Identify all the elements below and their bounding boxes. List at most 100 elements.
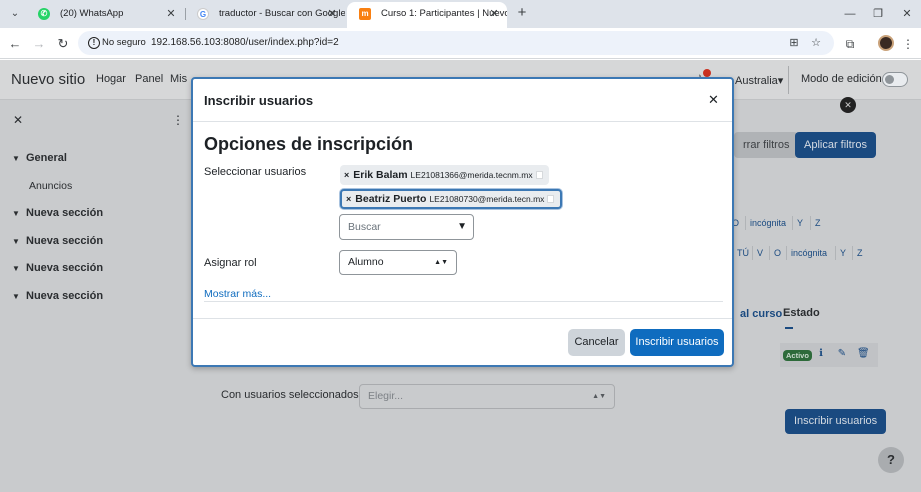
chevron-down-icon: ▼ xyxy=(12,209,20,218)
drawer-section-3[interactable]: ▼ Nueva sección xyxy=(12,262,103,274)
moodle-icon: m xyxy=(359,8,371,20)
drawer-section-2[interactable]: ▼ Nueva sección xyxy=(12,235,103,247)
enrol-users-submit-button[interactable]: Inscribir usuarios xyxy=(630,329,724,356)
select-arrows-icon: ▲▼ xyxy=(592,393,606,400)
selected-user-chip[interactable]: × Beatriz Puerto LE21080730@merida.tecn.mx xyxy=(340,189,563,209)
nav-link-dashboard[interactable]: Panel xyxy=(135,73,163,85)
lastname-letter-filter[interactable]: O xyxy=(769,246,785,260)
warning-icon: ! xyxy=(88,37,100,49)
lastname-letter-filter[interactable]: TÚ xyxy=(733,246,753,260)
drawer-section-4[interactable]: ▼ Nueva sección xyxy=(12,290,103,302)
info-icon[interactable]: ℹ xyxy=(815,348,827,360)
show-more-link[interactable]: Mostrar más... xyxy=(204,288,271,300)
cancel-button[interactable]: Cancelar xyxy=(568,329,625,356)
browser-tab-google[interactable]: G traductor - Buscar con Google ✕ xyxy=(185,3,345,25)
close-tab-icon[interactable]: ✕ xyxy=(164,3,178,25)
forward-arrow-icon[interactable]: → xyxy=(31,36,47,52)
reload-icon[interactable]: ↻ xyxy=(55,36,71,52)
section-title: Opciones de inscripción xyxy=(204,134,414,154)
lastname-letter-filter[interactable]: Z xyxy=(852,246,867,260)
bulk-placeholder: Elegir... xyxy=(368,390,404,402)
new-tab-icon[interactable]: + xyxy=(514,5,530,21)
initial-letter-filter[interactable]: Z xyxy=(810,216,825,230)
filter-close-icon[interactable]: ✕ xyxy=(840,97,856,113)
close-drawer-icon[interactable]: ✕ xyxy=(13,113,23,127)
nav-link-my-courses[interactable]: Mis xyxy=(170,73,187,85)
course-index-drawer: ✕ ⋮ ▼ General Anuncios ▼ Nueva sección ▼ Nu… xyxy=(0,101,192,492)
user-name: Erik Balam xyxy=(353,169,408,181)
remove-user-icon[interactable]: × xyxy=(344,170,349,180)
assign-role-label: Asignar rol xyxy=(204,257,257,269)
edit-mode-toggle[interactable] xyxy=(882,72,908,87)
nav-link-home[interactable]: Hogar xyxy=(96,73,126,85)
browser-toolbar: ← → ↻ ! No seguro 192.168.56.103:8080/us… xyxy=(0,28,921,59)
dropdown-triangle-icon[interactable]: ▼ xyxy=(457,215,467,239)
minimize-icon[interactable]: — xyxy=(842,6,858,22)
more-menu-icon[interactable]: ⋮ xyxy=(899,35,917,53)
drawer-section-general[interactable]: ▼ General xyxy=(12,152,67,164)
footer-divider xyxy=(193,318,732,319)
window-close-icon[interactable]: ✕ xyxy=(899,6,915,22)
close-tab-icon[interactable]: ✕ xyxy=(325,3,339,25)
tab-search-chevron-icon[interactable]: ⌄ xyxy=(7,6,23,22)
security-label: No seguro xyxy=(102,37,146,48)
user-email: LE21081366@merida.tecnm.mx xyxy=(410,170,533,180)
status-badge: Activo xyxy=(783,350,812,361)
help-icon[interactable]: ? xyxy=(878,447,904,473)
apply-filters-button[interactable]: Aplicar filtros xyxy=(795,132,876,158)
select-arrows-icon: ▲▼ xyxy=(434,259,448,266)
sort-indicator xyxy=(785,327,793,329)
user-email: LE21080730@merida.tecn.mx xyxy=(429,194,545,204)
browser-tab-whatsapp[interactable]: ✆ (20) WhatsApp ✕ xyxy=(26,3,184,25)
security-chip[interactable]: ! No seguro xyxy=(84,34,152,52)
section-label: Nueva sección xyxy=(26,207,104,219)
role-select[interactable]: Alumno ▲▼ xyxy=(339,250,457,275)
modal-header: Inscribir usuarios ✕ xyxy=(193,79,732,122)
back-arrow-icon[interactable]: ← xyxy=(7,36,23,52)
column-header-course-access[interactable]: al curso xyxy=(740,308,782,320)
drawer-section-1[interactable]: ▼ Nueva sección xyxy=(12,207,103,219)
trash-icon[interactable]: 🗑 xyxy=(857,348,870,360)
lastname-letter-filter[interactable]: Y xyxy=(835,246,850,260)
address-bar[interactable]: ! No seguro 192.168.56.103:8080/user/ind… xyxy=(78,31,834,55)
drawer-options-icon[interactable]: ⋮ xyxy=(172,113,184,127)
section-label: General xyxy=(26,152,67,164)
initial-letter-filter[interactable]: incógnita xyxy=(745,216,790,230)
selected-user-chip[interactable]: × Erik Balam LE21081366@merida.tecnm.mx xyxy=(340,165,549,185)
lastname-letter-filter[interactable]: incógnita xyxy=(786,246,831,260)
drawer-item-announcements[interactable]: Anuncios xyxy=(29,180,72,192)
section-label: Nueva sección xyxy=(26,290,104,302)
bulk-action-select[interactable]: Elegir... ▲▼ xyxy=(359,384,615,409)
edit-pencil-icon[interactable]: ✎ xyxy=(836,348,848,360)
restore-icon[interactable]: ❐ xyxy=(870,6,886,22)
role-value: Alumno xyxy=(348,256,384,268)
profile-avatar[interactable] xyxy=(878,35,894,51)
site-brand[interactable]: Nuevo sitio xyxy=(11,71,85,88)
whatsapp-icon: ✆ xyxy=(38,8,50,20)
clear-filters-button[interactable]: rrar filtros xyxy=(734,132,799,158)
language-menu[interactable]: Australia▾ xyxy=(735,74,783,87)
bulk-action-label: Con usuarios seleccionados... xyxy=(221,389,368,401)
bookmark-star-icon[interactable]: ☆ xyxy=(808,35,824,51)
close-icon[interactable]: ✕ xyxy=(708,93,719,107)
chevron-down-icon: ▼ xyxy=(12,154,20,163)
section-label: Nueva sección xyxy=(26,235,104,247)
user-name: Beatriz Puerto xyxy=(355,193,427,205)
translate-icon[interactable]: ⊞ xyxy=(786,35,802,51)
lastname-letter-filter[interactable]: V xyxy=(752,246,767,260)
toggle-knob xyxy=(885,75,894,84)
google-icon: G xyxy=(197,8,209,20)
modal-title: Inscribir usuarios xyxy=(204,93,314,108)
initial-letter-filter[interactable]: Y xyxy=(792,216,807,230)
browser-tab-course[interactable]: m Curso 1: Participantes | Nuevo s ✕ xyxy=(347,2,507,28)
enrol-users-button[interactable]: Inscribir usuarios xyxy=(785,409,887,434)
user-search-input[interactable]: Buscar ▼ xyxy=(339,214,474,240)
column-header-status[interactable]: Estado xyxy=(783,307,820,319)
extensions-icon[interactable]: ⧉ xyxy=(841,35,859,53)
remove-user-icon[interactable]: × xyxy=(346,194,351,204)
tab-title: (20) WhatsApp xyxy=(60,8,124,19)
browser-tabstrip: ⌄ ✆ (20) WhatsApp ✕ G traductor - Buscar… xyxy=(0,0,921,28)
edit-mode-label: Modo de edición xyxy=(801,73,882,85)
url-text[interactable]: 192.168.56.103:8080/user/index.php?id=2 xyxy=(151,31,339,55)
close-tab-icon[interactable]: ✕ xyxy=(487,2,501,26)
